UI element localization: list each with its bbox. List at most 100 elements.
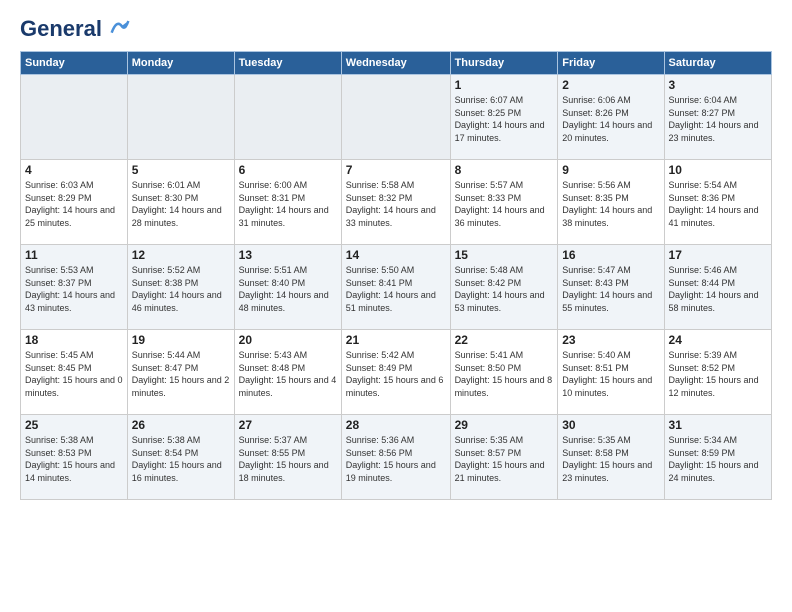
day-info: Sunrise: 5:53 AM Sunset: 8:37 PM Dayligh… <box>25 264 123 314</box>
day-info: Sunrise: 5:37 AM Sunset: 8:55 PM Dayligh… <box>239 434 337 484</box>
calendar-cell: 27 Sunrise: 5:37 AM Sunset: 8:55 PM Dayli… <box>234 415 341 500</box>
calendar-cell <box>234 75 341 160</box>
calendar-cell: 5 Sunrise: 6:01 AM Sunset: 8:30 PM Daylig… <box>127 160 234 245</box>
day-number: 8 <box>455 163 554 177</box>
weekday-header-row: SundayMondayTuesdayWednesdayThursdayFrid… <box>21 52 772 75</box>
day-info: Sunrise: 5:56 AM Sunset: 8:35 PM Dayligh… <box>562 179 659 229</box>
calendar-cell: 20 Sunrise: 5:43 AM Sunset: 8:48 PM Dayli… <box>234 330 341 415</box>
day-info: Sunrise: 5:50 AM Sunset: 8:41 PM Dayligh… <box>346 264 446 314</box>
day-number: 2 <box>562 78 659 92</box>
calendar-cell: 8 Sunrise: 5:57 AM Sunset: 8:33 PM Daylig… <box>450 160 558 245</box>
day-info: Sunrise: 6:07 AM Sunset: 8:25 PM Dayligh… <box>455 94 554 144</box>
day-number: 11 <box>25 248 123 262</box>
day-info: Sunrise: 5:40 AM Sunset: 8:51 PM Dayligh… <box>562 349 659 399</box>
day-number: 12 <box>132 248 230 262</box>
weekday-header-wednesday: Wednesday <box>341 52 450 75</box>
day-number: 13 <box>239 248 337 262</box>
day-number: 27 <box>239 418 337 432</box>
day-number: 21 <box>346 333 446 347</box>
day-number: 23 <box>562 333 659 347</box>
day-number: 9 <box>562 163 659 177</box>
weekday-header-monday: Monday <box>127 52 234 75</box>
day-info: Sunrise: 5:46 AM Sunset: 8:44 PM Dayligh… <box>669 264 767 314</box>
day-info: Sunrise: 5:41 AM Sunset: 8:50 PM Dayligh… <box>455 349 554 399</box>
calendar-cell: 31 Sunrise: 5:34 AM Sunset: 8:59 PM Dayli… <box>664 415 771 500</box>
calendar-cell: 29 Sunrise: 5:35 AM Sunset: 8:57 PM Dayli… <box>450 415 558 500</box>
calendar-cell: 25Sunrise: 5:38 AM Sunset: 8:53 PM Dayli… <box>21 415 128 500</box>
day-number: 19 <box>132 333 230 347</box>
day-number: 22 <box>455 333 554 347</box>
day-number: 26 <box>132 418 230 432</box>
day-info: Sunrise: 5:38 AM Sunset: 8:53 PM Dayligh… <box>25 434 123 484</box>
day-info: Sunrise: 5:35 AM Sunset: 8:57 PM Dayligh… <box>455 434 554 484</box>
week-row-4: 18 Sunrise: 5:45 AM Sunset: 8:45 PM Dayli… <box>21 330 772 415</box>
weekday-header-friday: Friday <box>558 52 664 75</box>
day-number: 1 <box>455 78 554 92</box>
calendar-cell: 7 Sunrise: 5:58 AM Sunset: 8:32 PM Daylig… <box>341 160 450 245</box>
day-info: Sunrise: 5:43 AM Sunset: 8:48 PM Dayligh… <box>239 349 337 399</box>
day-number: 10 <box>669 163 767 177</box>
day-number: 5 <box>132 163 230 177</box>
calendar-cell <box>21 75 128 160</box>
weekday-header-sunday: Sunday <box>21 52 128 75</box>
logo-text: General <box>20 16 130 41</box>
day-number: 16 <box>562 248 659 262</box>
calendar-cell: 21 Sunrise: 5:42 AM Sunset: 8:49 PM Dayli… <box>341 330 450 415</box>
day-info: Sunrise: 6:03 AM Sunset: 8:29 PM Dayligh… <box>25 179 123 229</box>
day-info: Sunrise: 6:01 AM Sunset: 8:30 PM Dayligh… <box>132 179 230 229</box>
calendar-cell: 17Sunrise: 5:46 AM Sunset: 8:44 PM Dayli… <box>664 245 771 330</box>
day-info: Sunrise: 6:04 AM Sunset: 8:27 PM Dayligh… <box>669 94 767 144</box>
weekday-header-thursday: Thursday <box>450 52 558 75</box>
day-number: 20 <box>239 333 337 347</box>
calendar-cell: 12Sunrise: 5:52 AM Sunset: 8:38 PM Dayli… <box>127 245 234 330</box>
week-row-2: 4Sunrise: 6:03 AM Sunset: 8:29 PM Daylig… <box>21 160 772 245</box>
logo: General <box>20 16 130 41</box>
day-info: Sunrise: 5:57 AM Sunset: 8:33 PM Dayligh… <box>455 179 554 229</box>
calendar-cell: 9 Sunrise: 5:56 AM Sunset: 8:35 PM Daylig… <box>558 160 664 245</box>
calendar-cell: 1 Sunrise: 6:07 AM Sunset: 8:25 PM Daylig… <box>450 75 558 160</box>
calendar-cell: 2 Sunrise: 6:06 AM Sunset: 8:26 PM Daylig… <box>558 75 664 160</box>
calendar-cell: 4Sunrise: 6:03 AM Sunset: 8:29 PM Daylig… <box>21 160 128 245</box>
header: General <box>20 16 772 41</box>
calendar-cell: 22 Sunrise: 5:41 AM Sunset: 8:50 PM Dayli… <box>450 330 558 415</box>
day-info: Sunrise: 5:48 AM Sunset: 8:42 PM Dayligh… <box>455 264 554 314</box>
calendar-cell: 30 Sunrise: 5:35 AM Sunset: 8:58 PM Dayli… <box>558 415 664 500</box>
day-number: 29 <box>455 418 554 432</box>
calendar-cell: 16 Sunrise: 5:47 AM Sunset: 8:43 PM Dayli… <box>558 245 664 330</box>
day-number: 28 <box>346 418 446 432</box>
day-info: Sunrise: 5:36 AM Sunset: 8:56 PM Dayligh… <box>346 434 446 484</box>
week-row-5: 25Sunrise: 5:38 AM Sunset: 8:53 PM Dayli… <box>21 415 772 500</box>
week-row-1: 1 Sunrise: 6:07 AM Sunset: 8:25 PM Daylig… <box>21 75 772 160</box>
calendar-cell: 11 Sunrise: 5:53 AM Sunset: 8:37 PM Dayli… <box>21 245 128 330</box>
calendar-cell: 28 Sunrise: 5:36 AM Sunset: 8:56 PM Dayli… <box>341 415 450 500</box>
day-number: 18 <box>25 333 123 347</box>
calendar-cell: 13Sunrise: 5:51 AM Sunset: 8:40 PM Dayli… <box>234 245 341 330</box>
calendar-cell: 15Sunrise: 5:48 AM Sunset: 8:42 PM Dayli… <box>450 245 558 330</box>
day-info: Sunrise: 6:00 AM Sunset: 8:31 PM Dayligh… <box>239 179 337 229</box>
day-info: Sunrise: 5:44 AM Sunset: 8:47 PM Dayligh… <box>132 349 230 399</box>
day-info: Sunrise: 5:45 AM Sunset: 8:45 PM Dayligh… <box>25 349 123 399</box>
day-number: 7 <box>346 163 446 177</box>
day-number: 14 <box>346 248 446 262</box>
calendar-cell <box>127 75 234 160</box>
week-row-3: 11 Sunrise: 5:53 AM Sunset: 8:37 PM Dayli… <box>21 245 772 330</box>
calendar-page: General SundayMondayTuesdayWednesdayThur… <box>0 0 792 612</box>
day-number: 30 <box>562 418 659 432</box>
day-info: Sunrise: 5:38 AM Sunset: 8:54 PM Dayligh… <box>132 434 230 484</box>
calendar-cell: 23 Sunrise: 5:40 AM Sunset: 8:51 PM Dayli… <box>558 330 664 415</box>
calendar-cell: 19 Sunrise: 5:44 AM Sunset: 8:47 PM Dayli… <box>127 330 234 415</box>
day-number: 6 <box>239 163 337 177</box>
weekday-header-saturday: Saturday <box>664 52 771 75</box>
calendar-cell: 18 Sunrise: 5:45 AM Sunset: 8:45 PM Dayli… <box>21 330 128 415</box>
day-info: Sunrise: 5:42 AM Sunset: 8:49 PM Dayligh… <box>346 349 446 399</box>
day-info: Sunrise: 6:06 AM Sunset: 8:26 PM Dayligh… <box>562 94 659 144</box>
day-info: Sunrise: 5:35 AM Sunset: 8:58 PM Dayligh… <box>562 434 659 484</box>
day-number: 31 <box>669 418 767 432</box>
day-info: Sunrise: 5:34 AM Sunset: 8:59 PM Dayligh… <box>669 434 767 484</box>
day-info: Sunrise: 5:47 AM Sunset: 8:43 PM Dayligh… <box>562 264 659 314</box>
weekday-header-tuesday: Tuesday <box>234 52 341 75</box>
day-info: Sunrise: 5:39 AM Sunset: 8:52 PM Dayligh… <box>669 349 767 399</box>
day-info: Sunrise: 5:58 AM Sunset: 8:32 PM Dayligh… <box>346 179 446 229</box>
day-number: 3 <box>669 78 767 92</box>
logo-icon <box>110 16 130 36</box>
